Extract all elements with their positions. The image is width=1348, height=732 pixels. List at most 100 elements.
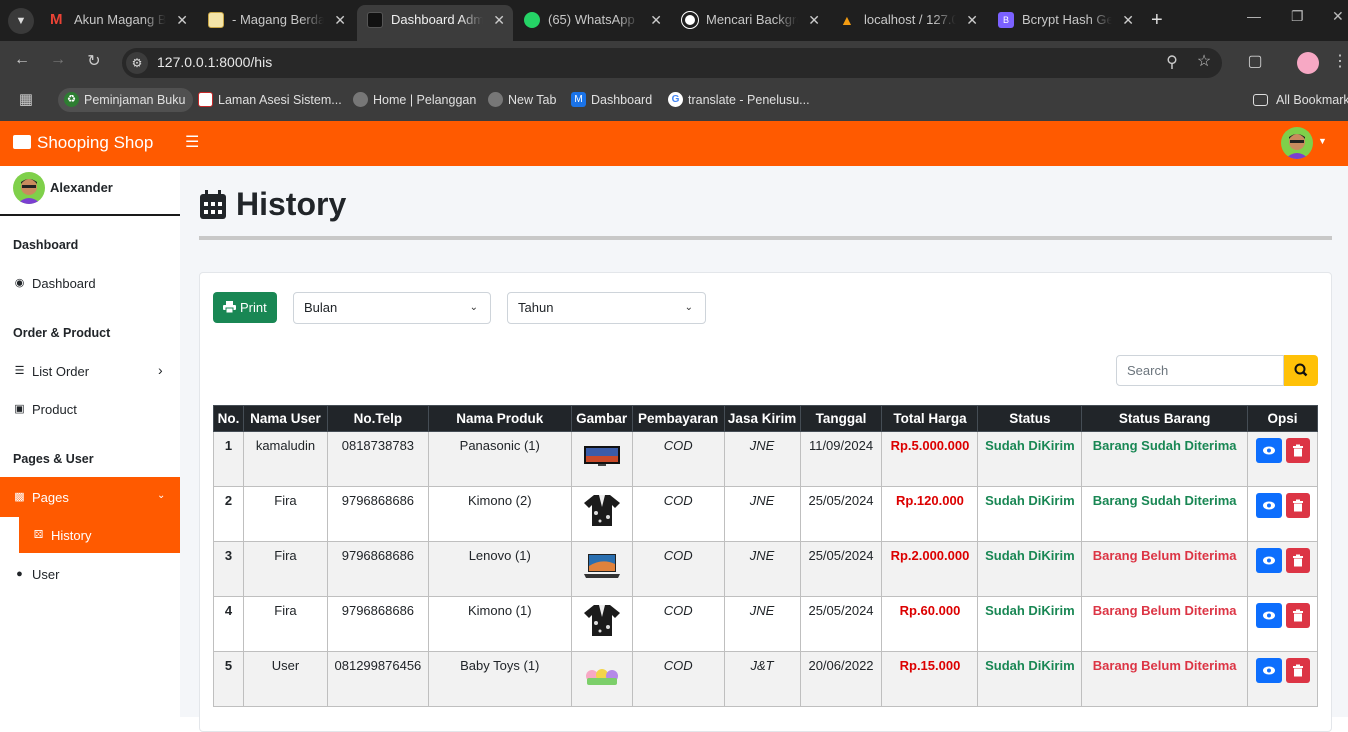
column-header: Nama User bbox=[242, 405, 328, 432]
openai-icon bbox=[681, 11, 699, 29]
close-tab-icon[interactable]: ✕ bbox=[650, 5, 662, 35]
delete-button[interactable] bbox=[1285, 548, 1310, 573]
cell-payment: COD bbox=[631, 486, 725, 542]
browser-tab-active[interactable]: Dashboard Admin ✕ bbox=[357, 5, 513, 41]
phpmyadmin-icon: ▲ bbox=[840, 12, 854, 28]
column-header: No. bbox=[213, 405, 244, 432]
cubes-icon: ⚄ bbox=[33, 529, 44, 541]
delete-button[interactable] bbox=[1285, 658, 1310, 683]
hamburger-menu-icon[interactable]: ☰ bbox=[185, 131, 199, 155]
sidebar-item-dashboard[interactable]: ◉ Dashboard bbox=[13, 276, 96, 291]
site-info-icon[interactable]: ⚙ bbox=[126, 52, 148, 74]
apps-grid-icon[interactable]: ▦ bbox=[15, 90, 37, 108]
bookmark-item[interactable]: New Tab bbox=[488, 88, 556, 112]
new-tab-button[interactable]: + bbox=[1151, 8, 1163, 32]
table-row: 5 User 081299876456 Baby Toys (1) COD J&T 20/0… bbox=[213, 651, 1318, 707]
url-text[interactable]: 127.0.0.1:8000/his bbox=[157, 54, 272, 70]
view-button[interactable] bbox=[1255, 548, 1282, 573]
delete-button[interactable] bbox=[1285, 493, 1310, 518]
history-table: No. Nama User No.Telp Nama Produk Gambar… bbox=[213, 405, 1318, 707]
cell-no: 5 bbox=[213, 651, 244, 707]
close-window-icon[interactable]: ✕ bbox=[1332, 8, 1344, 25]
close-tab-icon[interactable]: ✕ bbox=[176, 5, 188, 35]
tab-title: Akun Magang Be bbox=[74, 12, 166, 27]
cell-image bbox=[570, 541, 633, 597]
sidebar-item-product[interactable]: ▣ Product bbox=[13, 402, 77, 417]
close-tab-icon[interactable]: ✕ bbox=[966, 5, 978, 35]
search-input[interactable] bbox=[1116, 355, 1284, 386]
menu-dots-icon[interactable]: ⋮ bbox=[1329, 51, 1348, 71]
close-tab-icon[interactable]: ✕ bbox=[1122, 5, 1134, 35]
brand[interactable]: Shooping Shop bbox=[13, 131, 153, 155]
view-button[interactable] bbox=[1255, 438, 1282, 463]
month-select[interactable]: Bulan ⌄ bbox=[293, 292, 491, 324]
view-button[interactable] bbox=[1255, 493, 1282, 518]
cell-item-status: Barang Belum Diterima bbox=[1081, 541, 1249, 597]
chevron-down-icon[interactable]: ▼ bbox=[1318, 136, 1327, 146]
eye-icon bbox=[1262, 501, 1275, 510]
browser-tab[interactable]: (65) WhatsApp ✕ bbox=[514, 5, 670, 41]
back-icon[interactable]: ← bbox=[11, 51, 33, 69]
tab-search-button[interactable]: ▼ bbox=[8, 8, 34, 34]
cell-status: Sudah DiKirim bbox=[977, 651, 1083, 707]
close-tab-icon[interactable]: ✕ bbox=[808, 5, 820, 35]
cell-product: Kimono (2) bbox=[427, 486, 572, 542]
minimize-icon[interactable]: — bbox=[1247, 8, 1261, 24]
cell-no: 2 bbox=[213, 486, 244, 542]
forward-icon[interactable]: → bbox=[47, 51, 69, 69]
sidebar-item-user[interactable]: ● User bbox=[13, 567, 59, 582]
table-row: 1 kamaludin 0818738783 Panasonic (1) COD JNE 1… bbox=[213, 431, 1318, 487]
reload-icon[interactable]: ↻ bbox=[83, 51, 105, 71]
browser-tab[interactable]: B Bcrypt Hash Ger ✕ bbox=[988, 5, 1142, 41]
bookmark-label: translate - Penelusu... bbox=[688, 93, 810, 107]
delete-button[interactable] bbox=[1285, 438, 1310, 463]
view-button[interactable] bbox=[1255, 658, 1282, 683]
browser-tab[interactable]: Mencari Backgro ✕ bbox=[672, 5, 828, 41]
eye-icon bbox=[1262, 556, 1275, 565]
cell-payment: COD bbox=[631, 596, 725, 652]
browser-tab[interactable]: - Magang Berda ✕ bbox=[198, 5, 354, 41]
cell-courier: JNE bbox=[723, 431, 801, 487]
browser-tab[interactable]: ▲ localhost / 127.0 ✕ bbox=[830, 5, 986, 41]
cell-date: 25/05/2024 bbox=[799, 596, 883, 652]
sidebar-item-history[interactable]: ⚄ History bbox=[32, 528, 92, 543]
extensions-icon[interactable]: ▢ bbox=[1244, 51, 1266, 71]
print-button[interactable]: Print bbox=[213, 292, 277, 323]
close-tab-icon[interactable]: ✕ bbox=[334, 5, 346, 35]
bookmark-item[interactable]: Laman Asesi Sistem... bbox=[198, 88, 342, 112]
bookmark-item[interactable]: ♻ Peminjaman Buku bbox=[58, 88, 194, 112]
bookmark-icon: M bbox=[571, 92, 586, 107]
delete-button[interactable] bbox=[1285, 603, 1310, 628]
all-bookmarks[interactable]: All Bookmarks bbox=[1253, 88, 1348, 112]
cell-status: Sudah DiKirim bbox=[977, 596, 1083, 652]
search-button[interactable] bbox=[1284, 355, 1318, 386]
cell-date: 25/05/2024 bbox=[799, 486, 883, 542]
chevron-down-icon[interactable]: ⌄ bbox=[157, 490, 165, 501]
sidebar-item-list-order[interactable]: ☰ List Order bbox=[13, 364, 90, 379]
product-image-kimono bbox=[583, 605, 620, 636]
bookmark-item[interactable]: M Dashboard bbox=[571, 88, 652, 112]
restore-icon[interactable]: ❐ bbox=[1291, 8, 1304, 25]
tab-title: - Magang Berda bbox=[232, 12, 324, 27]
bookmark-star-icon[interactable]: ☆ bbox=[1193, 51, 1215, 71]
trash-icon bbox=[1292, 609, 1303, 622]
chevron-right-icon[interactable]: › bbox=[158, 362, 163, 378]
chevron-down-icon: ⌄ bbox=[684, 302, 693, 313]
bookmark-item[interactable]: G translate - Penelusu... bbox=[668, 88, 810, 112]
avatar[interactable] bbox=[1281, 127, 1313, 159]
book-open-icon: ▩ bbox=[14, 491, 25, 503]
browser-tab[interactable]: M Akun Magang Be ✕ bbox=[40, 5, 196, 41]
view-button[interactable] bbox=[1255, 603, 1282, 628]
sidebar-item-pages[interactable]: ▩ Pages bbox=[13, 490, 69, 505]
zoom-icon[interactable]: ⚲ bbox=[1161, 52, 1183, 72]
profile-avatar[interactable] bbox=[1297, 52, 1319, 74]
address-bar[interactable] bbox=[122, 48, 1222, 78]
year-select[interactable]: Tahun ⌄ bbox=[507, 292, 706, 324]
eye-icon bbox=[1262, 666, 1275, 675]
cell-no: 1 bbox=[213, 431, 244, 487]
close-tab-icon[interactable]: ✕ bbox=[493, 5, 505, 35]
cell-phone: 9796868686 bbox=[326, 541, 429, 597]
bookmark-item[interactable]: Home | Pelanggan bbox=[353, 88, 476, 112]
product-image-toys bbox=[585, 669, 618, 685]
column-header: Opsi bbox=[1247, 405, 1318, 432]
